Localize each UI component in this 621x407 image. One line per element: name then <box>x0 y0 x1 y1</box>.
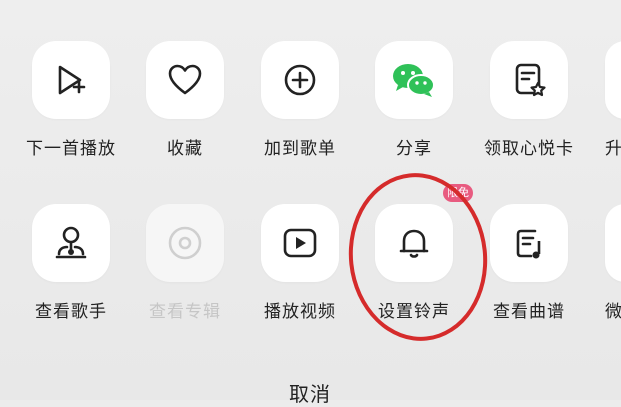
cancel-button[interactable]: 取消 <box>250 378 370 407</box>
view-album-tile[interactable] <box>146 204 224 282</box>
action-set-ringtone[interactable]: 设置铃声 <box>357 204 467 324</box>
free-badge: 限免 <box>443 184 473 202</box>
view-score-tile[interactable] <box>490 204 568 282</box>
action-play-next[interactable]: 下一首播放 <box>14 41 124 161</box>
play-video-tile[interactable] <box>261 204 339 282</box>
favorite-tile[interactable] <box>146 41 224 119</box>
album-disc-icon <box>168 226 202 260</box>
add-to-playlist-label: 加到歌单 <box>264 139 336 159</box>
share-sheet: 下一首播放 收藏 加到歌单 分享 领取心悦卡 升 查看歌手 查看专辑 播放视频 … <box>0 0 621 406</box>
view-score-label: 查看曲谱 <box>493 302 565 322</box>
claim-card-tile[interactable] <box>490 41 568 119</box>
play-next-tile[interactable] <box>32 41 110 119</box>
plus-circle-icon <box>284 64 316 96</box>
action-view-score[interactable]: 查看曲谱 <box>472 204 582 324</box>
card-star-icon <box>515 63 546 97</box>
play-video-icon <box>283 228 317 258</box>
heart-icon <box>168 64 202 95</box>
partial-label-2: 微 <box>605 302 621 322</box>
play-next-icon <box>58 65 86 95</box>
wechat-icon <box>393 64 435 97</box>
action-partial-1[interactable]: 升 <box>605 41 621 161</box>
action-add-to-playlist[interactable]: 加到歌单 <box>243 41 353 161</box>
action-claim-card[interactable]: 领取心悦卡 <box>472 41 582 161</box>
share-label: 分享 <box>396 139 432 159</box>
view-singer-tile[interactable] <box>32 204 110 282</box>
partial-label-1: 升 <box>605 139 621 159</box>
play-next-label: 下一首播放 <box>26 139 116 159</box>
action-partial-2[interactable]: 微 <box>605 204 621 324</box>
view-singer-label: 查看歌手 <box>35 302 107 322</box>
add-to-playlist-tile[interactable] <box>261 41 339 119</box>
view-album-label: 查看专辑 <box>149 302 221 322</box>
play-video-label: 播放视频 <box>264 302 336 322</box>
action-share[interactable]: 分享 <box>357 41 467 161</box>
action-view-singer[interactable]: 查看歌手 <box>14 204 124 324</box>
set-ringtone-tile[interactable] <box>375 204 453 282</box>
singer-icon <box>55 226 87 259</box>
claim-card-label: 领取心悦卡 <box>484 139 574 159</box>
favorite-label: 收藏 <box>167 139 203 159</box>
action-favorite[interactable]: 收藏 <box>128 41 238 161</box>
action-view-album[interactable]: 查看专辑 <box>128 204 238 324</box>
bell-icon <box>399 229 429 258</box>
set-ringtone-label: 设置铃声 <box>378 302 450 322</box>
partial-tile-1[interactable] <box>605 41 621 119</box>
action-play-video[interactable]: 播放视频 <box>243 204 353 324</box>
share-tile[interactable] <box>375 41 453 119</box>
music-score-icon <box>516 229 541 259</box>
partial-tile-2[interactable] <box>605 204 621 282</box>
